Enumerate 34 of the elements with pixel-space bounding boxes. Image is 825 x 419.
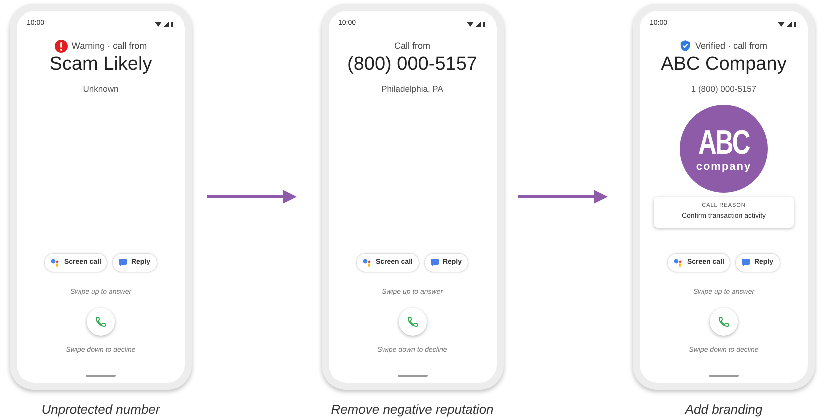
home-indicator bbox=[398, 374, 428, 377]
phone-icon bbox=[406, 316, 418, 328]
status-icons bbox=[466, 20, 486, 28]
logo-text: ABC bbox=[698, 125, 750, 161]
answer-button[interactable] bbox=[710, 308, 738, 336]
assistant-dots-icon bbox=[362, 258, 372, 267]
call-header: Warning · call from bbox=[72, 40, 148, 53]
message-icon bbox=[119, 258, 128, 267]
status-icons bbox=[778, 20, 798, 28]
phone-caption: Unprotected number bbox=[42, 400, 160, 419]
assistant-dots-icon bbox=[51, 258, 60, 267]
call-header: Verified · call from bbox=[695, 40, 768, 52]
home-indicator bbox=[86, 374, 116, 377]
call-header: Call from bbox=[394, 40, 430, 52]
home-indicator bbox=[709, 374, 739, 377]
caller-name: (800) 000-5157 bbox=[348, 53, 478, 78]
answer-button[interactable] bbox=[87, 308, 115, 336]
caller-detail: 1 (800) 000-5157 bbox=[691, 83, 757, 96]
logo-subtext: company bbox=[696, 161, 752, 173]
message-icon bbox=[430, 258, 439, 267]
status-icons bbox=[155, 20, 175, 28]
phone-caption: Add branding bbox=[685, 400, 763, 419]
caller-detail: Unknown bbox=[83, 83, 119, 96]
phone-icon bbox=[718, 316, 730, 328]
answer-button[interactable] bbox=[398, 308, 426, 336]
message-icon bbox=[742, 258, 750, 267]
phone-caption: Remove negative reputation bbox=[331, 400, 494, 419]
arrow-icon bbox=[518, 190, 608, 204]
assistant-dots-icon bbox=[674, 258, 684, 267]
caller-detail: Philadelphia, PA bbox=[382, 83, 444, 96]
caller-name: ABC Company bbox=[661, 53, 787, 78]
phone-icon bbox=[95, 316, 107, 328]
arrow-icon bbox=[206, 190, 296, 204]
caller-name: Scam Likely bbox=[50, 53, 152, 78]
